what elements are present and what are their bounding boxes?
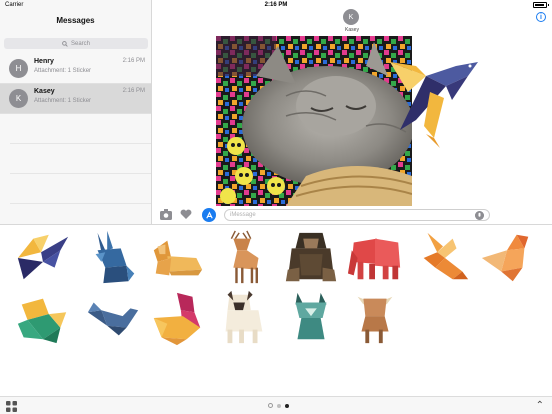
swallow-sticker[interactable] [14, 229, 72, 287]
sent-swallow-sticker[interactable] [386, 52, 482, 150]
carrier-label: Carrier [5, 2, 24, 8]
chevron-up-icon[interactable]: ⌃ [536, 400, 544, 411]
message-input-bar: iMessage [152, 206, 552, 224]
green-bird-sticker[interactable] [14, 289, 72, 347]
conversation-name: Kasey [34, 88, 55, 95]
avatar: K [9, 89, 28, 108]
camera-icon[interactable] [160, 209, 172, 220]
duck-sticker[interactable] [148, 289, 206, 347]
digital-touch-icon[interactable] [180, 209, 192, 220]
avatar: H [9, 59, 28, 78]
page-dot [277, 403, 281, 408]
search-placeholder: Search [70, 40, 90, 47]
message-placeholder: iMessage [230, 212, 256, 218]
page-dot-active [285, 403, 289, 408]
app-drawer-bar: ⌃ [0, 396, 552, 414]
conversation-item-henry[interactable]: H Henry Attachment: 1 Sticker 2:16 PM [0, 54, 151, 84]
empty-list-rows [0, 114, 151, 204]
status-bar: Carrier 2:16 PM [0, 0, 552, 10]
rabbit-sticker[interactable] [84, 229, 142, 287]
conversation-item-kasey[interactable]: K Kasey Attachment: 1 Sticker 2:16 PM [0, 84, 151, 114]
conversation-list: H Henry Attachment: 1 Sticker 2:16 PM K … [0, 54, 151, 114]
pug-sticker[interactable] [214, 289, 272, 347]
conversation-preview: Attachment: 1 Sticker [34, 98, 92, 104]
status-time: 2:16 PM [264, 2, 288, 8]
kitten-photo[interactable] [216, 36, 412, 206]
app-grid-icon[interactable] [6, 401, 17, 412]
robin-sticker[interactable] [478, 229, 536, 287]
divider [10, 174, 151, 204]
deer-sticker[interactable] [214, 229, 272, 287]
orange-bird-sticker[interactable] [414, 229, 472, 287]
conversation-name: Henry [34, 58, 54, 65]
search-icon [62, 40, 68, 47]
lion-sticker[interactable] [148, 229, 206, 287]
battery-icon [533, 2, 549, 8]
blue-bird-sticker[interactable] [84, 289, 142, 347]
conversation-preview: Attachment: 1 Sticker [34, 68, 92, 74]
message-field[interactable]: iMessage [224, 209, 490, 221]
page-indicator[interactable] [268, 403, 289, 408]
contact-avatar[interactable]: K [343, 9, 359, 25]
app-store-icon[interactable] [202, 208, 216, 222]
highland-cow-sticker[interactable] [346, 289, 404, 347]
search-input[interactable]: Search [4, 38, 148, 49]
divider [10, 144, 151, 174]
info-button[interactable]: i [536, 12, 546, 22]
elephant-sticker[interactable] [346, 229, 404, 287]
contact-name[interactable]: Kasey [152, 27, 552, 33]
chimpanzee-sticker[interactable] [282, 229, 340, 287]
conversation-time: 2:16 PM [122, 88, 145, 94]
messages-app-screen: Carrier 2:16 PM Messages Search H Henry … [0, 0, 552, 414]
microphone-icon[interactable] [475, 211, 484, 220]
divider [10, 114, 151, 144]
lynx-sticker[interactable] [282, 289, 340, 347]
sticker-tray [0, 224, 552, 396]
recents-icon [268, 403, 273, 408]
conversation-sidebar: Messages Search H Henry Attachment: 1 St… [0, 0, 152, 225]
conversation-time: 2:16 PM [122, 58, 145, 64]
